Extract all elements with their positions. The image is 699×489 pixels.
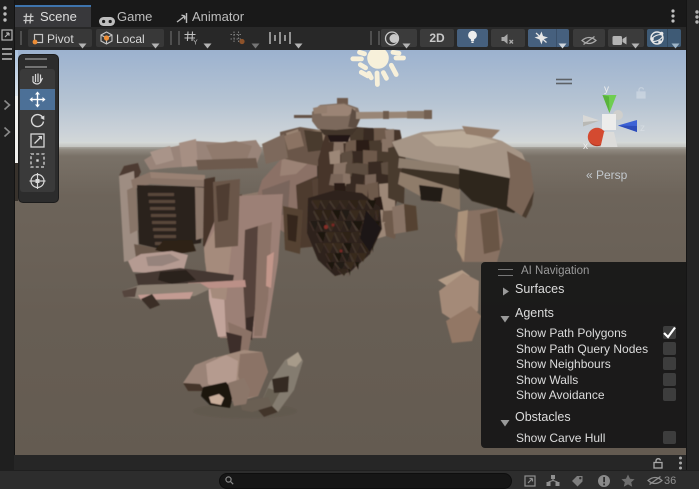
svg-text:« Persp: « Persp <box>586 168 628 182</box>
svg-text:x: x <box>583 141 588 152</box>
svg-text:y: y <box>604 84 609 95</box>
svg-text:z: z <box>640 123 645 134</box>
svg-text:Y: Y <box>193 40 198 46</box>
